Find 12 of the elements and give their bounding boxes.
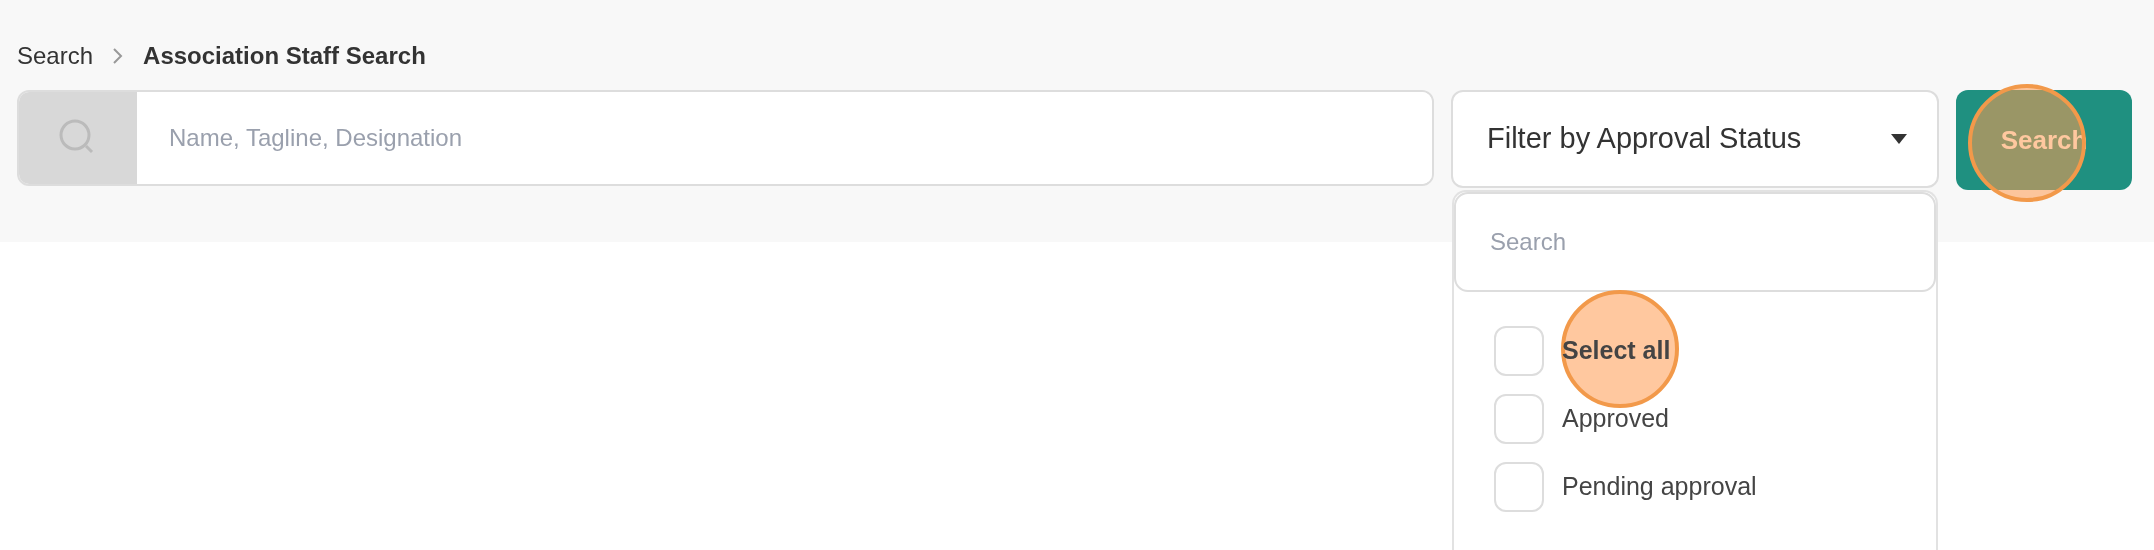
- checkbox[interactable]: [1494, 462, 1544, 512]
- option-label[interactable]: Approved: [1562, 400, 1670, 438]
- filter-dropdown[interactable]: Filter by Approval Status: [1451, 90, 1939, 188]
- option-label[interactable]: Pending approval: [1562, 468, 1757, 506]
- breadcrumb-current: Association Staff Search: [143, 41, 426, 71]
- checkbox[interactable]: [1494, 394, 1544, 444]
- checkbox[interactable]: [1494, 326, 1544, 376]
- breadcrumb-link[interactable]: Search: [17, 38, 94, 74]
- dropdown-search-field[interactable]: Search: [1454, 192, 1936, 292]
- caret-icon: [1891, 134, 1907, 144]
- search-field[interactable]: Name, Tagline, Designation: [17, 90, 1434, 186]
- option-label[interactable]: Select all: [1562, 332, 1671, 370]
